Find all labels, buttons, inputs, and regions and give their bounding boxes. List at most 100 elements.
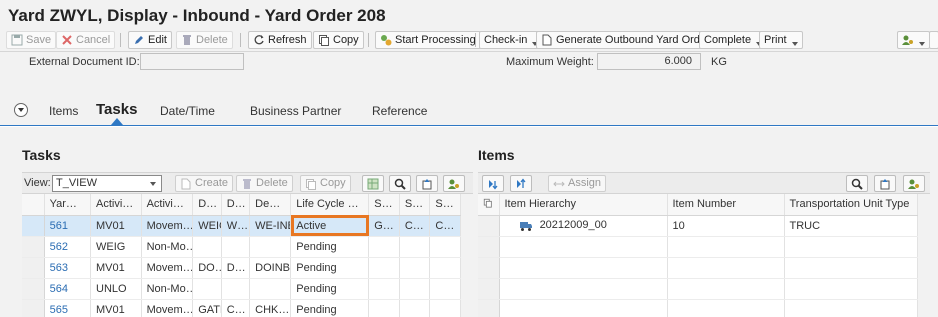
max-weight-field[interactable]: 6.000 — [597, 53, 701, 70]
row-selector[interactable] — [22, 299, 45, 317]
row-selector[interactable] — [478, 236, 500, 258]
save-button[interactable]: Save — [6, 31, 57, 49]
task-id-link[interactable]: 564 — [44, 278, 92, 300]
table-cell: Non-Mo… — [141, 236, 194, 258]
items-table: Item Hierarchy Item Number Transportatio… — [478, 194, 918, 317]
table-cell — [368, 299, 400, 317]
row-selector[interactable] — [22, 236, 45, 258]
print-button[interactable]: Print — [759, 31, 803, 49]
view-label: View: — [24, 177, 51, 189]
collapse-header-button[interactable] — [14, 103, 28, 117]
table-cell: Movem… — [141, 257, 194, 279]
table-row[interactable]: 20212009_00 10 TRUC — [478, 215, 918, 237]
expand-all-button[interactable] — [482, 175, 504, 192]
task-id-link[interactable]: 563 — [44, 257, 92, 279]
table-settings-button[interactable] — [443, 175, 465, 192]
header-fields: External Document ID: Maximum Weight: 6.… — [0, 52, 938, 72]
check-in-button[interactable]: Check-in — [479, 31, 544, 49]
personalize-button[interactable] — [897, 31, 930, 49]
table-row[interactable] — [478, 257, 918, 279]
column-header[interactable]: Item Number — [667, 194, 785, 216]
pencil-icon — [135, 36, 143, 44]
table-cell: TRUC — [784, 215, 918, 237]
table-row[interactable]: 561 MV01 Movem… WEIG W… WE-INB Active G…… — [22, 215, 461, 237]
column-header[interactable]: S… — [368, 194, 400, 216]
column-header[interactable]: Life Cycle … — [290, 194, 370, 216]
copy-task-button[interactable]: Copy — [300, 175, 351, 192]
cancel-button[interactable]: Cancel — [56, 31, 116, 49]
row-selector[interactable] — [478, 278, 500, 300]
table-cell: WE-INB — [249, 215, 292, 237]
table-cell: Movem… — [141, 299, 194, 317]
upload-button[interactable] — [416, 175, 438, 192]
complete-button[interactable]: Complete — [699, 31, 768, 49]
edit-button[interactable]: Edit — [128, 31, 172, 49]
delete-task-button[interactable]: Delete — [236, 175, 293, 192]
table-cell: C… — [221, 299, 251, 317]
external-document-field[interactable] — [140, 53, 244, 70]
column-header[interactable]: D… — [192, 194, 222, 216]
start-processing-label: Start Processing — [395, 34, 476, 46]
tab-items[interactable]: Items — [49, 104, 78, 118]
task-id-link[interactable]: 565 — [44, 299, 92, 317]
active-tab-indicator — [111, 118, 123, 125]
table-cell: W… — [221, 215, 251, 237]
table-row[interactable]: 564 UNLO Non-Mo… Pending — [22, 278, 461, 300]
table-row[interactable]: 563 MV01 Movem… DO… D… DOINB Pending — [22, 257, 461, 279]
column-header[interactable]: S… — [399, 194, 431, 216]
column-header[interactable]: De… — [249, 194, 292, 216]
copy-task-label: Copy — [320, 177, 346, 189]
table-settings-button[interactable] — [903, 175, 925, 192]
column-header[interactable]: Activi… — [90, 194, 142, 216]
table-cell: D… — [221, 257, 251, 279]
tab-business-partner[interactable]: Business Partner — [250, 104, 341, 118]
row-selector[interactable] — [22, 278, 45, 300]
column-header[interactable]: S… — [429, 194, 461, 216]
row-selector[interactable] — [478, 299, 500, 317]
start-processing-button[interactable]: Start Processing — [375, 31, 481, 49]
tab-reference[interactable]: Reference — [372, 104, 427, 118]
row-selector-header[interactable] — [478, 194, 500, 216]
search-button[interactable] — [389, 175, 411, 192]
row-selector[interactable] — [478, 257, 500, 279]
column-header[interactable]: Item Hierarchy — [499, 194, 668, 216]
export-button[interactable] — [362, 175, 384, 192]
personalize-icon — [448, 179, 459, 189]
chevron-down-icon — [919, 42, 925, 46]
generate-outbound-button[interactable]: Generate Outbound Yard Order — [536, 31, 715, 49]
table-row[interactable]: 565 MV01 Movem… GATE C… CHK… Pending — [22, 299, 461, 317]
tab-date-time[interactable]: Date/Time — [160, 104, 215, 118]
copy-button[interactable]: Copy — [313, 31, 364, 49]
task-id-link[interactable]: 562 — [44, 236, 92, 258]
more-button[interactable] — [929, 31, 938, 49]
view-select[interactable]: T_VIEW — [52, 175, 162, 192]
tab-tasks[interactable]: Tasks — [96, 101, 137, 118]
upload-button[interactable] — [874, 175, 896, 192]
task-id-link[interactable]: 561 — [44, 215, 92, 237]
column-header[interactable]: Yar… — [44, 194, 92, 216]
create-task-button[interactable]: Create — [175, 175, 234, 192]
table-row[interactable] — [478, 278, 918, 300]
search-button[interactable] — [846, 175, 868, 192]
table-cell: 10 — [667, 215, 785, 237]
assign-button[interactable]: Assign — [548, 175, 607, 192]
column-header[interactable]: Activi… — [141, 194, 194, 216]
search-icon — [851, 178, 863, 190]
column-header[interactable]: D… — [221, 194, 251, 216]
assign-arrows-icon — [553, 181, 565, 186]
column-header[interactable]: Transportation Unit Type — [784, 194, 918, 216]
table-cell — [784, 236, 918, 258]
table-row[interactable]: 562 WEIG Non-Mo… Pending — [22, 236, 461, 258]
row-selector[interactable] — [22, 257, 45, 279]
external-document-label: External Document ID: — [29, 56, 140, 68]
row-selector[interactable] — [22, 215, 45, 237]
table-row[interactable] — [478, 299, 918, 317]
row-selector[interactable] — [478, 215, 500, 237]
chevron-down-icon — [150, 182, 156, 186]
table-cell — [499, 278, 668, 300]
delete-button[interactable]: Delete — [176, 31, 233, 49]
table-row[interactable] — [478, 236, 918, 258]
row-selector-header[interactable] — [22, 194, 45, 216]
collapse-all-button[interactable] — [510, 175, 532, 192]
refresh-button[interactable]: Refresh — [248, 31, 312, 49]
